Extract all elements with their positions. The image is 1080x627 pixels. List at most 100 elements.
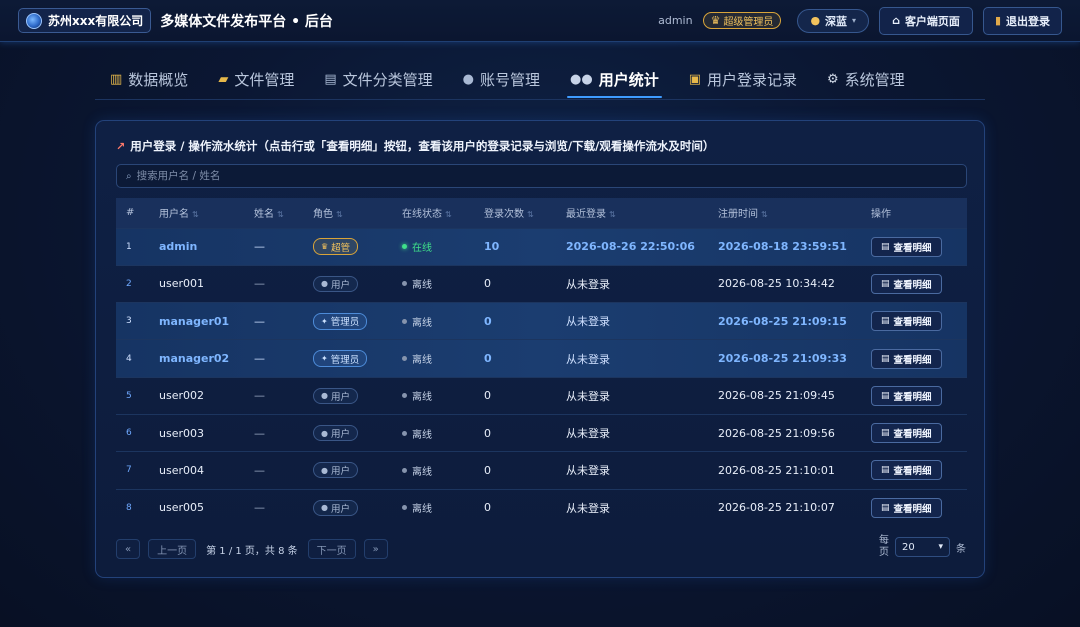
view-detail-button[interactable]: ▤ 查看明细 bbox=[871, 348, 942, 369]
tab-files[interactable]: ▰ 文件管理 bbox=[203, 60, 309, 98]
view-detail-button[interactable]: ▤ 查看明细 bbox=[871, 311, 942, 332]
user-table: # 用户名 ⇅ 姓名 ⇅ 角色 ⇅ 在线状态 ⇅ 登录次数 ⇅ 最近登录 ⇅ 注册时间 ⇅ 操… bbox=[116, 198, 967, 526]
table-row[interactable]: 1 admin — ♛ 超管 在线 10 2026-08-26 22:50:06 2026-08… bbox=[116, 228, 967, 266]
row-index: 1 bbox=[126, 241, 132, 252]
role-badge: ● 用户 bbox=[313, 425, 358, 442]
tab-label: 用户统计 bbox=[598, 70, 659, 89]
role-badge: ● 用户 bbox=[313, 499, 358, 516]
col-header-action: 操作 bbox=[871, 209, 891, 221]
role-label: 用户 bbox=[330, 279, 350, 291]
document-icon: ▤ bbox=[881, 353, 890, 364]
tab-login-records[interactable]: ▣ 用户登录记录 bbox=[674, 60, 812, 98]
prev-page-button[interactable]: 上一页 bbox=[148, 539, 197, 559]
row-index: 2 bbox=[126, 278, 132, 289]
tab-file-categories[interactable]: ▤ 文件分类管理 bbox=[309, 60, 447, 98]
tab-system[interactable]: ⚙ 系统管理 bbox=[812, 60, 920, 98]
col-header-index: # bbox=[126, 207, 135, 219]
view-detail-label: 查看明细 bbox=[893, 242, 932, 254]
next-page-button[interactable]: 下一页 bbox=[307, 539, 356, 559]
table-body: 1 admin — ♛ 超管 在线 10 2026-08-26 22:50:06 2026-08… bbox=[116, 228, 967, 526]
col-header-registered[interactable]: 注册时间 ⇅ bbox=[708, 198, 861, 228]
col-header-logins[interactable]: 登录次数 ⇅ bbox=[474, 198, 556, 228]
row-role: ● 用户 bbox=[303, 452, 392, 489]
col-header-status[interactable]: 在线状态 ⇅ bbox=[392, 198, 474, 228]
table-row[interactable]: 2 user001 — ● 用户 离线 0 从未登录 2026-08-25 10:34:42 ▤ 查… bbox=[116, 265, 967, 302]
panel-title-text: 用户登录 / 操作流水统计（点击行或「查看明细」按钮，查看该用户的登录记录与浏览… bbox=[130, 139, 715, 153]
gear-icon: ⚙ bbox=[827, 71, 839, 87]
view-detail-label: 查看明细 bbox=[893, 391, 932, 403]
theme-switch-button[interactable]: ● 深蓝 ▾ bbox=[797, 8, 870, 33]
row-action: ▤ 查看明细 bbox=[861, 452, 967, 489]
first-page-button[interactable]: « bbox=[116, 539, 141, 559]
user-icon: ● bbox=[462, 71, 474, 87]
row-login-count: 10 bbox=[484, 240, 500, 254]
row-username: user001 bbox=[159, 277, 204, 291]
view-detail-button[interactable]: ▤ 查看明细 bbox=[871, 497, 942, 518]
col-header-last-login[interactable]: 最近登录 ⇅ bbox=[556, 198, 708, 228]
crown-icon: ♛ bbox=[321, 242, 329, 252]
row-action: ▤ 查看明细 bbox=[861, 303, 967, 340]
row-role: ♛ 超管 bbox=[303, 228, 392, 265]
search-input[interactable] bbox=[136, 170, 957, 182]
status-dot-icon bbox=[402, 467, 407, 473]
tab-accounts[interactable]: ● 账号管理 bbox=[448, 60, 555, 98]
view-detail-button[interactable]: ▤ 查看明细 bbox=[871, 423, 942, 444]
row-action: ▤ 查看明细 bbox=[861, 340, 967, 377]
table-row[interactable]: 5 user002 — ● 用户 离线 0 从未登录 2026-08-25 21:09:45 ▤ 查… bbox=[116, 377, 967, 414]
table-row[interactable]: 3 manager01 — ✦ 管理员 离线 0 从未登录 2026-08-25 21:09:1… bbox=[116, 302, 967, 340]
table-row[interactable]: 8 user005 — ● 用户 离线 0 从未登录 2026-08-25 21:10:07 ▤ 查… bbox=[116, 489, 967, 526]
status-dot-icon bbox=[402, 318, 407, 324]
client-page-button[interactable]: ⌂ 客户端页面 bbox=[879, 6, 973, 35]
col-header-name[interactable]: 姓名 ⇅ bbox=[244, 198, 303, 228]
row-username: user003 bbox=[159, 426, 204, 440]
row-last-login: 从未登录 bbox=[566, 427, 610, 441]
row-action: ▤ 查看明细 bbox=[861, 377, 967, 414]
role-label: 用户 bbox=[330, 429, 350, 441]
user-stats-panel: ↗ 用户登录 / 操作流水统计（点击行或「查看明细」按钮，查看该用户的登录记录与… bbox=[95, 120, 985, 578]
tab-label: 用户登录记录 bbox=[707, 70, 798, 89]
user-icon: ● bbox=[321, 391, 328, 401]
per-page-label: 每 页 bbox=[879, 535, 889, 558]
row-registered: 2026-08-25 21:10:01 bbox=[718, 463, 835, 477]
table-row[interactable]: 6 user003 — ● 用户 离线 0 从未登录 2026-08-25 21:09:56 ▤ 查… bbox=[116, 414, 967, 451]
user-icon: ● bbox=[321, 465, 328, 475]
document-icon: ▤ bbox=[881, 465, 890, 476]
row-last-login: 从未登录 bbox=[566, 389, 610, 403]
row-action: ▤ 查看明细 bbox=[861, 489, 967, 526]
view-detail-button[interactable]: ▤ 查看明细 bbox=[871, 385, 942, 406]
row-name: — bbox=[254, 463, 265, 477]
status-dot-icon bbox=[402, 356, 407, 362]
row-username: manager01 bbox=[159, 314, 230, 328]
logout-button[interactable]: ▮ 退出登录 bbox=[982, 6, 1062, 35]
tab-user-stats[interactable]: ●● 用户统计 bbox=[555, 60, 674, 98]
table-row[interactable]: 4 manager02 — ✦ 管理员 离线 0 从未登录 2026-08-25 21:09:3… bbox=[116, 339, 967, 378]
col-header-role[interactable]: 角色 ⇅ bbox=[303, 198, 392, 228]
role-label: 用户 bbox=[330, 466, 350, 478]
tab-overview[interactable]: ▥ 数据概览 bbox=[95, 60, 203, 98]
status-dot-icon bbox=[402, 281, 407, 287]
table-row[interactable]: 7 user004 — ● 用户 离线 0 从未登录 2026-08-25 21:10:01 ▤ 查… bbox=[116, 451, 967, 489]
row-status: 在线 bbox=[392, 228, 474, 265]
view-detail-button[interactable]: ▤ 查看明细 bbox=[871, 236, 942, 257]
view-detail-button[interactable]: ▤ 查看明细 bbox=[871, 460, 942, 481]
table-header-row: # 用户名 ⇅ 姓名 ⇅ 角色 ⇅ 在线状态 ⇅ 登录次数 ⇅ 最近登录 ⇅ 注册时间 ⇅ 操… bbox=[116, 198, 967, 228]
status-label: 离线 bbox=[412, 280, 432, 292]
tab-label: 数据概览 bbox=[128, 70, 189, 89]
col-header-username[interactable]: 用户名 ⇅ bbox=[149, 198, 244, 228]
row-index: 5 bbox=[126, 390, 132, 401]
per-page-unit: 条 bbox=[956, 543, 966, 555]
role-label: 超管 bbox=[331, 242, 351, 254]
role-label: 管理员 bbox=[330, 354, 360, 366]
row-login-count: 0 bbox=[484, 389, 491, 403]
sort-icon: ⇅ bbox=[445, 210, 452, 220]
row-role: ✦ 管理员 bbox=[303, 340, 392, 377]
last-page-button[interactable]: » bbox=[363, 539, 388, 559]
status-label: 离线 bbox=[412, 429, 432, 441]
user-icon: ● bbox=[321, 428, 328, 438]
row-index: 4 bbox=[126, 353, 132, 364]
per-page-select[interactable]: 20 ▾ bbox=[895, 537, 950, 557]
view-detail-button[interactable]: ▤ 查看明细 bbox=[871, 273, 942, 294]
row-action: ▤ 查看明细 bbox=[861, 228, 967, 265]
door-icon: ▮ bbox=[994, 14, 1001, 27]
role-badge: ● 用户 bbox=[313, 275, 358, 292]
